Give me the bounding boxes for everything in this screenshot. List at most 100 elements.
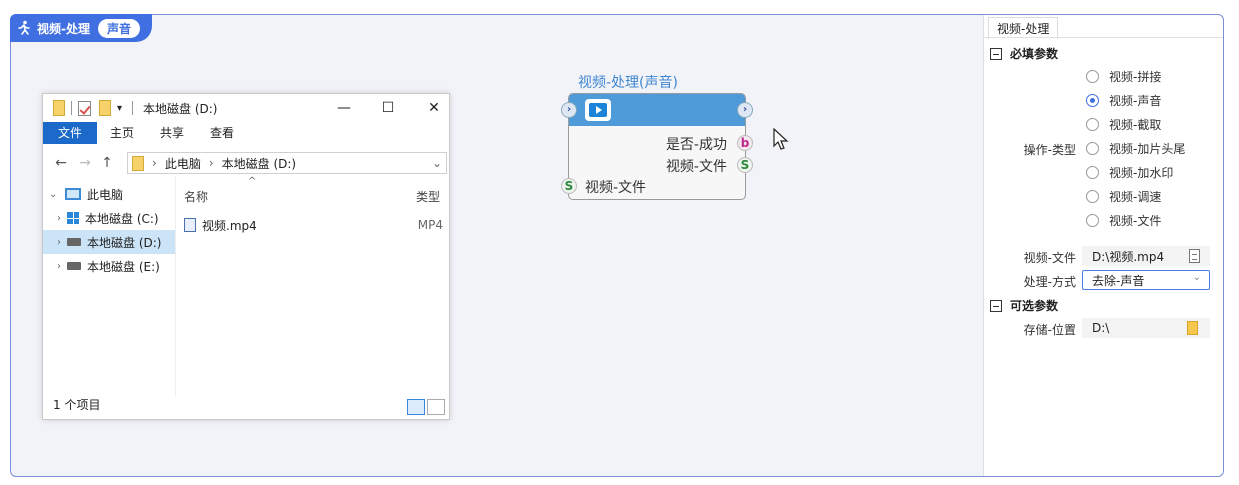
radio-icon[interactable] [1086,213,1099,227]
file-name: 视频.mp4 [202,218,257,233]
output-label: 视频-文件 [665,159,727,175]
video-file-label: 视频-文件 [1023,251,1076,265]
radio-op-intro-outro[interactable]: 视频-加片头尾 [1086,138,1185,158]
tree-item-drive-e[interactable]: › 本地磁盘 (E:) [43,254,175,278]
drive-icon [67,238,81,246]
ribbon-tab-view[interactable]: 查看 [197,122,247,144]
tree-item-drive-d[interactable]: › 本地磁盘 (D:) [43,230,175,254]
properties-icon[interactable] [78,100,91,116]
collapse-icon[interactable] [990,47,1002,60]
video-file-field[interactable]: D:\视频.mp4 [1082,246,1210,266]
new-folder-icon[interactable] [99,100,111,116]
radio-label: 视频-文件 [1109,213,1162,228]
radio-label: 视频-加片头尾 [1109,141,1186,156]
close-button[interactable]: ✕ [411,98,457,118]
chevron-down-icon[interactable]: ⌄ [432,156,442,170]
storage-value: D:\ [1092,321,1110,335]
radio-selected-icon[interactable] [1086,93,1099,107]
radio-op-trim[interactable]: 视频-截取 [1086,114,1161,134]
maximize-button[interactable]: ☐ [365,98,411,118]
ribbon-tab-share[interactable]: 共享 [147,122,197,144]
up-arrow-icon[interactable]: ↑ [97,155,117,171]
method-select[interactable]: 去除-声音 ⌄ [1082,270,1210,290]
chevron-right-icon[interactable]: › [49,261,63,272]
minimize-button[interactable]: — [321,98,367,118]
flow-output-port[interactable]: › [737,102,753,118]
window-badge[interactable]: 声音 [97,18,140,38]
process-node[interactable]: › › 是否-成功 b 视频-文件 S S 视频-文件 [561,93,753,200]
windows-drive-icon [67,212,79,224]
panel-tab[interactable]: 视频-处理 [988,17,1059,39]
divider [71,101,72,115]
radio-op-speed[interactable]: 视频-调速 [1086,186,1161,206]
chevron-down-icon[interactable]: ⌄ [49,189,63,200]
node-header[interactable] [569,94,745,126]
ribbon-tab-file[interactable]: 文件 [43,122,98,144]
breadcrumb-item[interactable]: 此电脑 [165,155,201,172]
storage-label: 存储-位置 [1023,323,1076,337]
explorer-titlebar[interactable]: ▾ 本地磁盘 (D:) — ☐ ✕ [43,94,449,122]
folder-browse-icon[interactable] [1187,321,1198,335]
breadcrumb-item[interactable]: 本地磁盘 (D:) [222,155,296,172]
required-section-header[interactable]: 必填参数 [990,45,1058,62]
divider [132,101,134,115]
details-view-icon[interactable] [407,399,425,415]
radio-icon[interactable] [1086,189,1099,203]
radio-op-concat[interactable]: 视频-拼接 [1086,66,1161,86]
radio-icon[interactable] [1086,141,1099,155]
back-arrow-icon[interactable]: ← [49,155,73,171]
radio-op-watermark[interactable]: 视频-加水印 [1086,162,1173,182]
tree-item-label: 本地磁盘 (E:) [87,259,160,274]
navigation-pane: ⌄ 此电脑 › 本地磁盘 (C:) › 本地磁盘 (D:) › 本地磁盘 (E:… [43,182,175,392]
tree-item-drive-c[interactable]: › 本地磁盘 (C:) [43,206,175,230]
storage-field[interactable]: D:\ [1082,318,1210,338]
divider [984,37,1223,38]
forward-arrow-icon[interactable]: → [73,155,97,171]
flow-input-port[interactable]: › [561,102,577,118]
chevron-down-icon[interactable]: ⌄ [1193,272,1201,283]
radio-icon[interactable] [1086,117,1099,131]
file-type: MP4 [417,218,443,232]
sort-up-icon: ^ [248,176,257,187]
input-port-string[interactable]: S [561,178,577,194]
large-icons-view-icon[interactable] [427,399,445,415]
collapse-icon[interactable] [990,299,1002,312]
radio-label: 视频-截取 [1109,117,1162,132]
property-panel: 视频-处理 必填参数 视频-拼接 视频-声音 视频-截取 视频-加片头尾 视频-… [983,15,1223,476]
file-row[interactable]: 视频.mp4 MP4 [176,214,449,236]
section-title: 可选参数 [1010,299,1059,313]
radio-icon[interactable] [1086,165,1099,179]
tree-item-label: 本地磁盘 (D:) [87,235,162,250]
radio-op-file[interactable]: 视频-文件 [1086,210,1161,230]
radio-icon[interactable] [1086,69,1099,83]
walk-icon [18,20,30,35]
file-explorer-window[interactable]: ▾ 本地磁盘 (D:) — ☐ ✕ 文件 主页 共享 查看 ← → ↑ › 此电… [42,93,450,420]
video-file-value: D:\视频.mp4 [1092,249,1165,264]
method-value: 去除-声音 [1092,273,1145,288]
file-browse-icon[interactable] [1189,249,1200,263]
chevron-right-icon[interactable]: › [49,213,63,224]
video-icon [585,99,611,121]
quick-access-dropdown-icon[interactable]: ▾ [117,103,122,114]
chevron-right-icon[interactable]: › [49,237,63,248]
chevron-right-icon[interactable]: › [209,156,214,170]
explorer-ribbon-tabs: 文件 主页 共享 查看 [43,122,449,144]
output-port-string[interactable]: S [737,157,753,173]
input-label: 视频-文件 [585,180,647,196]
optional-section-header[interactable]: 可选参数 [990,297,1058,314]
status-bar-text: 1 个项目 [53,398,101,412]
chevron-right-icon[interactable]: › [152,156,157,170]
explorer-title: 本地磁盘 (D:) [143,101,218,116]
column-header-name[interactable]: 名称 [184,188,208,205]
column-header-type[interactable]: 类型 [416,188,440,205]
radio-op-audio[interactable]: 视频-声音 [1086,90,1161,110]
output-port-boolean[interactable]: b [737,135,753,151]
address-bar[interactable]: › 此电脑 › 本地磁盘 (D:) ⌄ [127,152,447,174]
radio-label: 视频-拼接 [1109,69,1162,84]
method-label: 处理-方式 [1023,275,1076,289]
window-title-tab: 视频-处理 声音 [10,14,152,42]
ribbon-tab-home[interactable]: 主页 [97,122,147,144]
tree-item-this-pc[interactable]: ⌄ 此电脑 [43,182,175,206]
radio-label: 视频-调速 [1109,189,1162,204]
op-type-label: 操作-类型 [1023,143,1076,157]
